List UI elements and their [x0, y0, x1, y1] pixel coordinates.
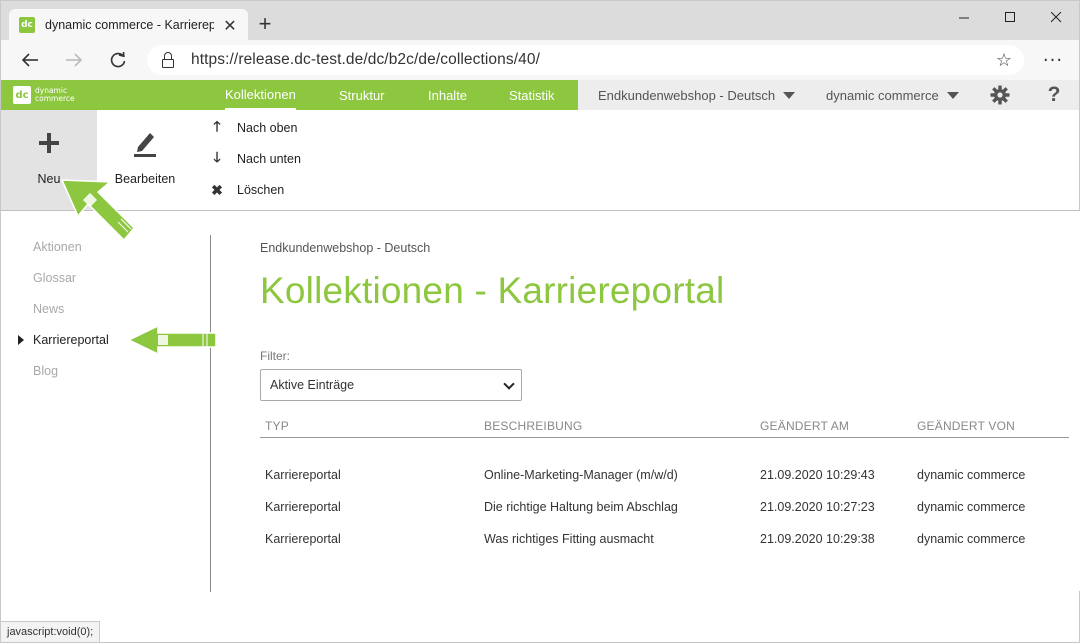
logo-icon: dc — [13, 86, 31, 104]
cell-typ: Karriereportal — [265, 500, 341, 514]
pencil-icon — [132, 126, 158, 160]
reload-icon — [110, 51, 126, 68]
cell-beschreibung: Online-Marketing-Manager (m/w/d) — [484, 468, 678, 482]
filter-label: Filter: — [260, 349, 290, 363]
edit-button[interactable]: Bearbeiten — [97, 110, 193, 210]
arrow-up-icon: 🡑 — [213, 118, 221, 134]
cell-beschreibung: Die richtige Haltung beim Abschlag — [484, 500, 678, 514]
sidebar-item-karriereportal[interactable]: Karriereportal — [33, 333, 109, 347]
minimize-button[interactable] — [941, 5, 987, 29]
move-down-button[interactable]: 🡓 Nach unten — [209, 149, 301, 169]
delete-label: Löschen — [237, 183, 285, 197]
favorite-star-icon[interactable]: ☆ — [996, 50, 1012, 71]
sidebar-item-glossar[interactable]: Glossar — [33, 271, 76, 285]
move-up-label: Nach oben — [237, 121, 298, 135]
maximize-icon — [1004, 11, 1015, 22]
table-row[interactable]: Karriereportal Online-Marketing-Manager … — [260, 468, 1069, 490]
table-header: TYP BESCHREIBUNG GEÄNDERT AM GEÄNDERT VO… — [260, 418, 1069, 438]
sidebar-item-aktionen[interactable]: Aktionen — [33, 240, 82, 254]
cell-geaendert-am: 21.09.2020 10:27:23 — [760, 500, 875, 514]
column-header-geaendert-am[interactable]: GEÄNDERT AM — [760, 419, 849, 433]
action-toolbar: Neu Bearbeiten 🡑 Nach oben 🡓 Nach unten … — [0, 110, 1080, 211]
minimize-icon — [958, 17, 969, 18]
new-button[interactable]: Neu — [1, 110, 97, 210]
browser-status-bar: javascript:void(0); — [0, 621, 101, 643]
back-button[interactable] — [15, 46, 45, 74]
more-options-icon[interactable]: ··· — [1039, 46, 1067, 74]
shop-select[interactable]: Endkundenwebshop - Deutsch — [598, 80, 796, 110]
forward-arrow-icon — [66, 53, 83, 67]
cell-geaendert-von: dynamic commerce — [917, 468, 1026, 482]
user-select[interactable]: dynamic commerce — [826, 80, 959, 110]
help-icon[interactable]: ? — [1042, 80, 1066, 110]
close-window-button[interactable] — [1033, 5, 1079, 29]
nav-struktur[interactable]: Struktur — [339, 80, 385, 110]
browser-tab-strip: dc dynamic commerce - Karrierepor ✕ + — [0, 0, 1080, 41]
cell-typ: Karriereportal — [265, 468, 341, 482]
reload-button[interactable] — [103, 46, 133, 74]
sidebar-item-blog[interactable]: Blog — [33, 364, 58, 378]
cell-geaendert-von: dynamic commerce — [917, 532, 1026, 546]
filter-select[interactable]: Aktive Einträge — [260, 369, 522, 401]
brand-logo[interactable]: dc dynamic commerce — [13, 85, 75, 105]
caret-right-icon — [18, 335, 24, 345]
breadcrumb: Endkundenwebshop - Deutsch — [260, 241, 431, 255]
delete-button[interactable]: ✖ Löschen — [209, 180, 284, 200]
brand-line-2: commerce — [35, 94, 75, 103]
window-frame — [0, 591, 1080, 643]
filter-select-value: Aktive Einträge — [270, 378, 355, 392]
table-row[interactable]: Karriereportal Die richtige Haltung beim… — [260, 500, 1069, 522]
new-button-label: Neu — [37, 172, 61, 186]
app-navigation: dc dynamic commerce Kollektionen Struktu… — [0, 80, 1080, 110]
maximize-button[interactable] — [987, 5, 1033, 29]
cell-geaendert-am: 21.09.2020 10:29:43 — [760, 468, 875, 482]
browser-tab[interactable]: dc dynamic commerce - Karrierepor ✕ — [9, 9, 248, 41]
move-up-button[interactable]: 🡑 Nach oben — [209, 118, 297, 138]
column-header-geaendert-von[interactable]: GEÄNDERT VON — [917, 419, 1015, 433]
sidebar-divider — [210, 235, 211, 592]
collection-sidebar: Aktionen Glossar News Karriereportal Blo… — [0, 211, 211, 591]
cell-geaendert-von: dynamic commerce — [917, 500, 1026, 514]
close-icon — [1050, 11, 1061, 22]
favicon-icon: dc — [19, 17, 35, 33]
shop-select-value: Endkundenwebshop - Deutsch — [598, 87, 776, 103]
table-row[interactable]: Karriereportal Was richtiges Fitting aus… — [260, 532, 1069, 554]
user-select-value: dynamic commerce — [826, 87, 939, 103]
close-tab-icon[interactable]: ✕ — [220, 15, 240, 35]
delete-x-icon: ✖ — [211, 181, 223, 198]
move-down-label: Nach unten — [237, 152, 301, 166]
lock-icon — [161, 52, 175, 68]
cell-geaendert-am: 21.09.2020 10:29:38 — [760, 532, 875, 546]
address-bar[interactable]: https://release.dc-test.de/dc/b2c/de/col… — [147, 45, 1024, 75]
column-header-beschreibung[interactable]: BESCHREIBUNG — [484, 419, 582, 433]
forward-button[interactable] — [59, 46, 89, 74]
main-nav-bar: dc dynamic commerce Kollektionen Struktu… — [1, 80, 578, 110]
browser-toolbar: https://release.dc-test.de/dc/b2c/de/col… — [0, 40, 1080, 80]
nav-kollektionen[interactable]: Kollektionen — [225, 80, 296, 110]
page-title: Kollektionen - Karriereportal — [260, 270, 725, 311]
tab-title: dynamic commerce - Karrierepor — [45, 18, 214, 32]
chevron-down-icon — [783, 91, 796, 99]
edit-button-label: Bearbeiten — [114, 172, 176, 186]
back-arrow-icon — [21, 53, 38, 67]
cell-beschreibung: Was richtiges Fitting ausmacht — [484, 532, 654, 546]
cell-typ: Karriereportal — [265, 532, 341, 546]
new-tab-button[interactable]: + — [253, 11, 277, 36]
column-header-typ[interactable]: TYP — [265, 419, 289, 433]
sidebar-item-news[interactable]: News — [33, 302, 64, 316]
nav-statistik[interactable]: Statistik — [509, 80, 555, 110]
plus-icon — [38, 126, 60, 160]
collections-table: TYP BESCHREIBUNG GEÄNDERT AM GEÄNDERT VO… — [260, 418, 1069, 546]
chevron-down-icon — [503, 378, 515, 390]
chevron-down-icon — [946, 91, 959, 99]
gear-icon[interactable] — [988, 80, 1012, 110]
arrow-down-icon: 🡓 — [213, 149, 221, 165]
url-text: https://release.dc-test.de/dc/b2c/de/col… — [191, 51, 540, 68]
nav-inhalte[interactable]: Inhalte — [428, 80, 467, 110]
